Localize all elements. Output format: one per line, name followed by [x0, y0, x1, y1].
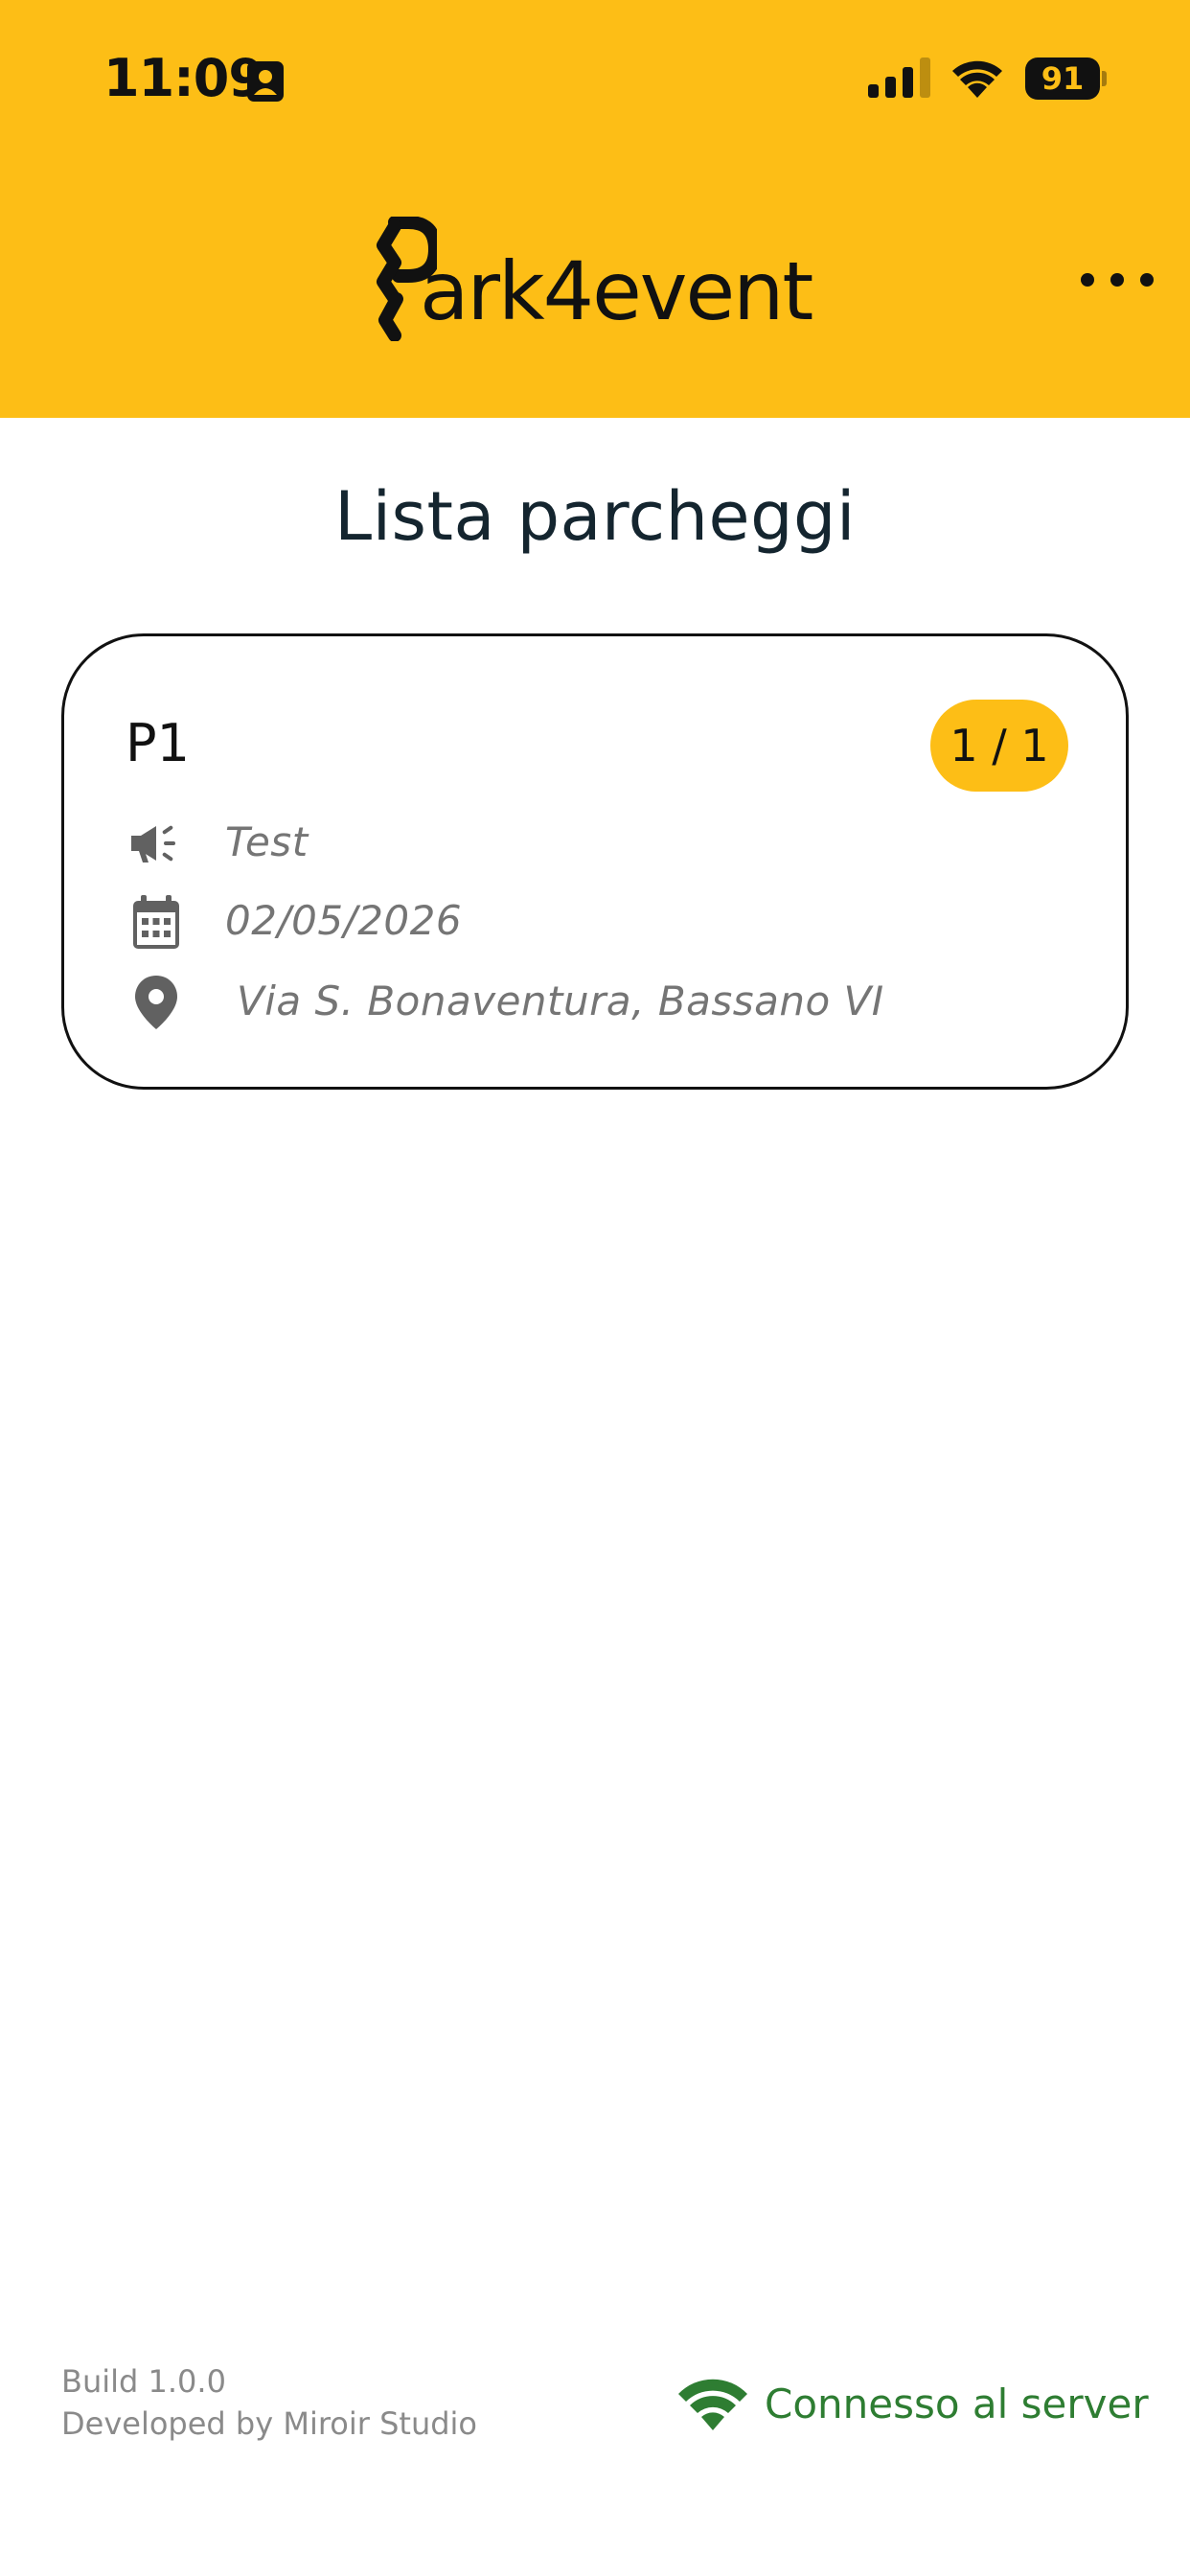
contact-card-icon — [247, 61, 284, 102]
server-status: Connesso al server — [765, 2380, 1149, 2427]
battery-level: 91 — [1025, 58, 1100, 100]
build-version: Build 1.0.0 — [61, 2363, 226, 2400]
more-dot — [1140, 273, 1154, 287]
event-date: 02/05/2026 — [225, 897, 463, 944]
page-title: Lista parcheggi — [334, 477, 856, 556]
cellular-signal-icon — [868, 58, 930, 98]
calendar-icon — [133, 895, 179, 949]
battery-indicator: 91 — [1025, 58, 1108, 100]
developer-credit: Developed by Miroir Studio — [61, 2405, 477, 2442]
more-dot — [1110, 273, 1124, 287]
availability-badge: 1 / 1 — [930, 700, 1068, 792]
parking-address: Via S. Bonaventura, Bassano VI — [237, 978, 884, 1024]
address-row: Via S. Bonaventura, Bassano VI — [126, 972, 1084, 1033]
parking-name: P1 — [126, 713, 190, 773]
app-header: 11:09 91 ark4event — [0, 0, 1190, 418]
battery-tip — [1102, 71, 1107, 86]
more-options-button[interactable] — [1081, 261, 1154, 299]
server-connection-wifi-icon — [678, 2379, 747, 2430]
location-pin-icon — [135, 976, 177, 1029]
megaphone-icon — [131, 825, 175, 862]
event-row: Test — [126, 813, 1084, 874]
event-name: Test — [225, 818, 309, 865]
more-horizontal-icon — [1081, 273, 1094, 287]
parking-card[interactable]: P1 1 / 1 Test 02/05/2026 Via S. Bonavent… — [61, 633, 1129, 1090]
date-row: 02/05/2026 — [126, 891, 1084, 953]
status-time: 11:09 — [103, 48, 264, 108]
wifi-icon — [952, 60, 1002, 98]
logo-text: ark4event — [420, 244, 813, 338]
